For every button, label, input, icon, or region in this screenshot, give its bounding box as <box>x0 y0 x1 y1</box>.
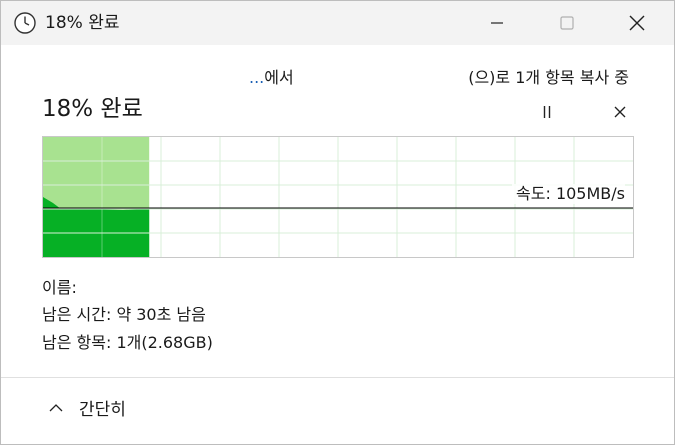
chevron-up-icon <box>49 404 63 412</box>
speed-graph: 속도: 105MB/s <box>42 136 634 258</box>
transfer-description: ...에서 (으)로 1개 항목 복사 중 <box>1 67 674 91</box>
close-button[interactable] <box>614 1 660 45</box>
maximize-button[interactable] <box>544 1 590 45</box>
collapse-details-button[interactable]: 간단히 <box>39 394 159 426</box>
close-icon <box>629 15 645 31</box>
speed-label: 속도: 105MB/s <box>512 184 625 204</box>
destination-text: (으)로 1개 항목 복사 중 <box>468 68 629 87</box>
footer-divider <box>1 377 674 378</box>
title-bar: 18% 완료 <box>1 1 674 45</box>
minimize-button[interactable] <box>474 1 520 45</box>
time-remaining: 남은 시간: 약 30초 남음 <box>42 305 206 324</box>
clock-icon <box>13 11 37 35</box>
source-suffix: 에서 <box>264 68 294 87</box>
maximize-icon <box>560 16 574 30</box>
item-name-label: 이름: <box>42 278 77 297</box>
collapse-label: 간단히 <box>79 400 126 420</box>
source-location[interactable]: ...에서 <box>249 67 294 89</box>
close-icon <box>614 106 626 118</box>
progress-title: 18% 완료 <box>42 96 143 122</box>
pause-icon <box>543 106 551 118</box>
minimize-icon <box>491 22 503 24</box>
items-remaining: 남은 항목: 1개(2.68GB) <box>42 333 213 352</box>
source-ellipsis[interactable]: ... <box>249 68 264 87</box>
copy-progress-window: 18% 완료 ...에서 (으)로 1개 항목 복사 중 18% 완료 속도: … <box>0 0 675 445</box>
pause-button[interactable] <box>531 99 563 125</box>
cancel-button[interactable] <box>604 99 636 125</box>
window-title: 18% 완료 <box>45 13 120 33</box>
